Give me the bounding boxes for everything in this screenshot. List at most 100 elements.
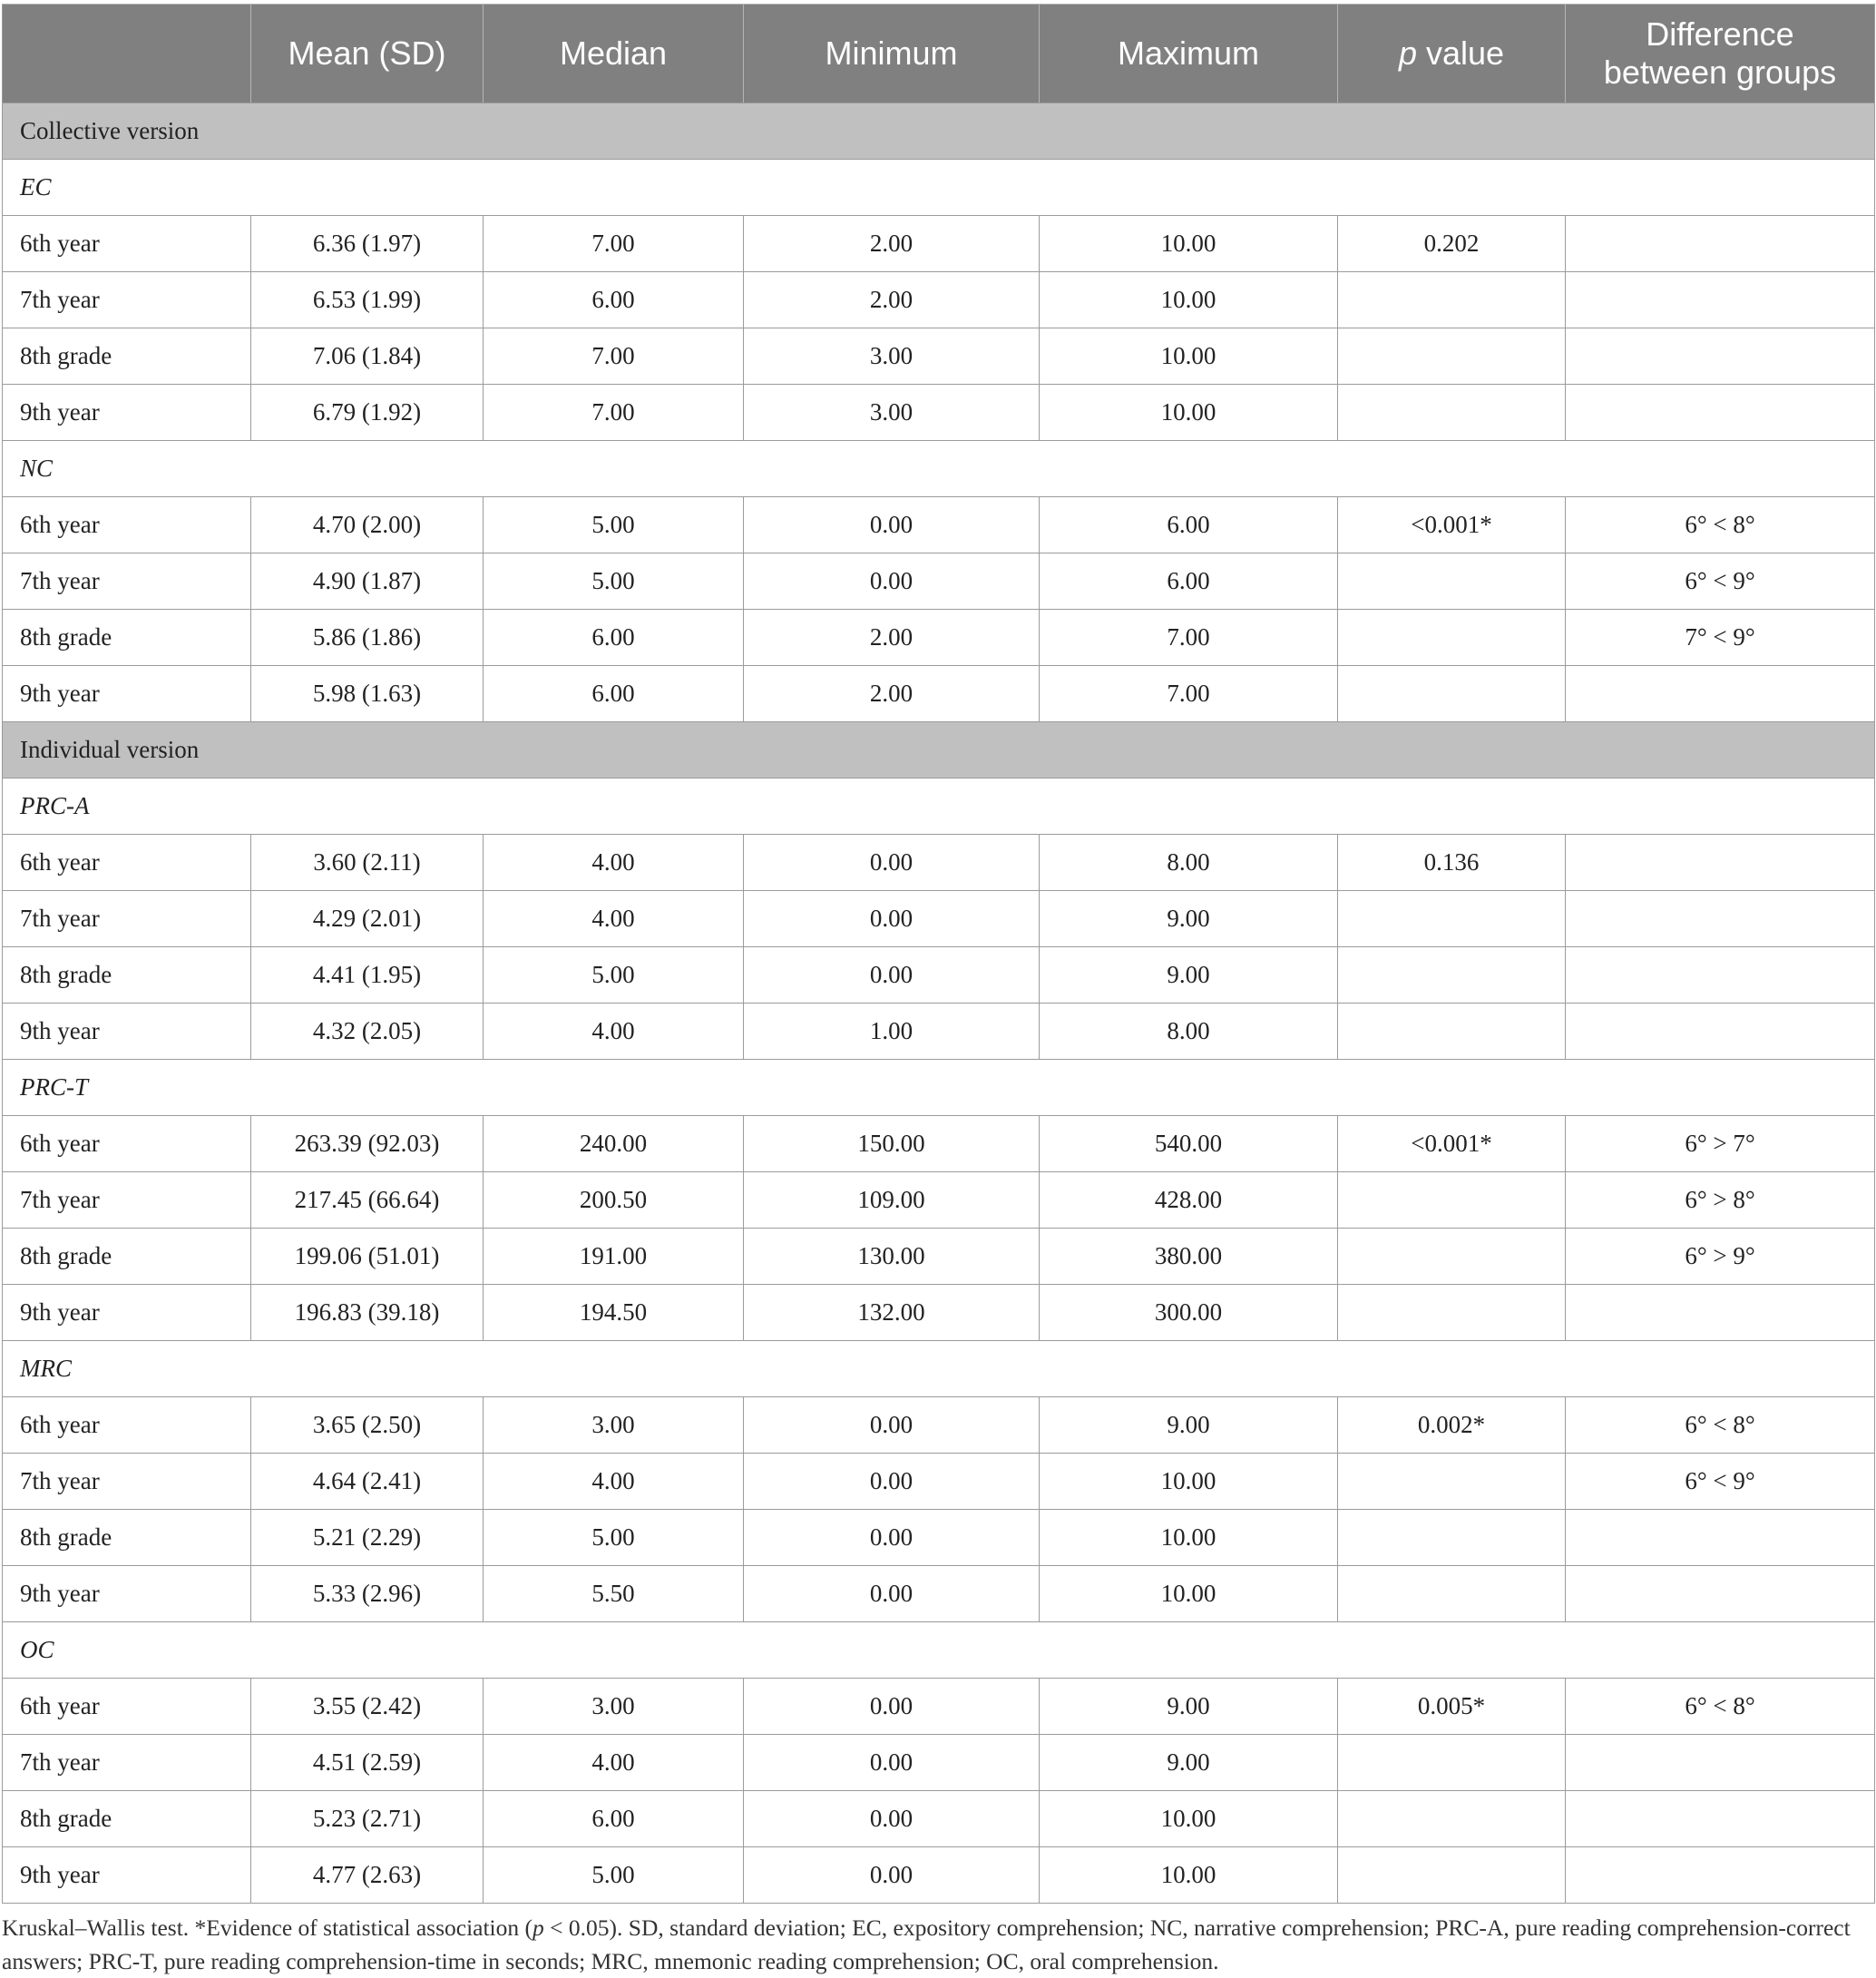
mean-sd-cell: 199.06 (51.01) <box>250 1228 484 1285</box>
footnote-part-1: Kruskal–Wallis test. *Evidence of statis… <box>2 1914 533 1941</box>
header-cell-mean-sd: Mean (SD) <box>250 4 484 103</box>
mean-sd-cell: 3.55 (2.42) <box>250 1678 484 1735</box>
header-cell-p-value: p value <box>1337 4 1566 103</box>
group-title: MRC <box>2 1340 1875 1397</box>
maximum-cell: 428.00 <box>1039 1171 1338 1229</box>
row-label: 7th year <box>2 1171 251 1229</box>
group-row: NC <box>2 440 1875 497</box>
difference-cell: 6° < 9° <box>1565 1453 1875 1510</box>
row-label: 8th grade <box>2 1228 251 1285</box>
table-row: 6th year 4.70 (2.00) 5.00 0.00 6.00 <0.001* 6°… <box>2 496 1875 553</box>
minimum-cell: 0.00 <box>743 834 1040 891</box>
maximum-cell: 9.00 <box>1039 890 1338 947</box>
p-value-cell <box>1337 1790 1566 1847</box>
p-value-cell: <0.001* <box>1337 1115 1566 1172</box>
median-cell: 6.00 <box>483 271 744 328</box>
median-cell: 5.00 <box>483 1846 744 1904</box>
mean-sd-cell: 5.86 (1.86) <box>250 609 484 666</box>
group-title: PRC-T <box>2 1059 1875 1116</box>
table-row: 7th year 4.51 (2.59) 4.00 0.00 9.00 <box>2 1734 1875 1791</box>
mean-sd-cell: 4.41 (1.95) <box>250 946 484 1004</box>
p-value-cell <box>1337 1171 1566 1229</box>
minimum-cell: 3.00 <box>743 328 1040 385</box>
row-label: 7th year <box>2 890 251 947</box>
median-cell: 5.50 <box>483 1565 744 1622</box>
difference-cell <box>1565 890 1875 947</box>
group-row: PRC-A <box>2 778 1875 835</box>
p-value-cell <box>1337 1284 1566 1341</box>
results-table: Mean (SD) Median Minimum Maximum p value… <box>2 4 1875 1904</box>
difference-cell <box>1565 328 1875 385</box>
row-label: 9th year <box>2 1003 251 1060</box>
minimum-cell: 0.00 <box>743 1396 1040 1454</box>
p-value-cell <box>1337 1453 1566 1510</box>
median-cell: 194.50 <box>483 1284 744 1341</box>
row-label: 6th year <box>2 1678 251 1735</box>
difference-cell <box>1565 1790 1875 1847</box>
row-label: 8th grade <box>2 1790 251 1847</box>
minimum-cell: 2.00 <box>743 271 1040 328</box>
maximum-cell: 10.00 <box>1039 384 1338 441</box>
row-label: 7th year <box>2 1734 251 1791</box>
row-label: 8th grade <box>2 946 251 1004</box>
p-value-cell <box>1337 384 1566 441</box>
maximum-cell: 7.00 <box>1039 609 1338 666</box>
median-cell: 5.00 <box>483 553 744 610</box>
table-row: 8th grade 4.41 (1.95) 5.00 0.00 9.00 <box>2 946 1875 1004</box>
difference-cell: 6° > 7° <box>1565 1115 1875 1172</box>
p-value-cell <box>1337 1003 1566 1060</box>
maximum-cell: 9.00 <box>1039 1734 1338 1791</box>
minimum-cell: 0.00 <box>743 1678 1040 1735</box>
minimum-cell: 2.00 <box>743 665 1040 722</box>
p-value-cell <box>1337 665 1566 722</box>
table-row: 6th year 263.39 (92.03) 240.00 150.00 540.00… <box>2 1115 1875 1172</box>
mean-sd-cell: 5.33 (2.96) <box>250 1565 484 1622</box>
table-container: Mean (SD) Median Minimum Maximum p value… <box>2 4 1875 1978</box>
table-row: 7th year 4.90 (1.87) 5.00 0.00 6.00 6° < 9° <box>2 553 1875 610</box>
group-row: PRC-T <box>2 1059 1875 1116</box>
median-cell: 4.00 <box>483 890 744 947</box>
maximum-cell: 8.00 <box>1039 834 1338 891</box>
header-p-italic: p <box>1398 34 1417 72</box>
group-title: NC <box>2 440 1875 497</box>
row-label: 9th year <box>2 1565 251 1622</box>
median-cell: 191.00 <box>483 1228 744 1285</box>
mean-sd-cell: 5.23 (2.71) <box>250 1790 484 1847</box>
table-row: 7th year 217.45 (66.64) 200.50 109.00 428.00… <box>2 1171 1875 1229</box>
maximum-cell: 8.00 <box>1039 1003 1338 1060</box>
row-label: 7th year <box>2 271 251 328</box>
difference-cell: 7° < 9° <box>1565 609 1875 666</box>
minimum-cell: 130.00 <box>743 1228 1040 1285</box>
difference-cell: 6° < 8° <box>1565 1678 1875 1735</box>
row-label: 6th year <box>2 215 251 272</box>
p-value-cell <box>1337 1565 1566 1622</box>
mean-sd-cell: 3.65 (2.50) <box>250 1396 484 1454</box>
maximum-cell: 9.00 <box>1039 946 1338 1004</box>
median-cell: 6.00 <box>483 609 744 666</box>
mean-sd-cell: 4.77 (2.63) <box>250 1846 484 1904</box>
p-value-cell: 0.136 <box>1337 834 1566 891</box>
section-row: Collective version <box>2 103 1875 160</box>
header-diff-line-1: Difference <box>1646 15 1794 53</box>
table-row: 6th year 6.36 (1.97) 7.00 2.00 10.00 0.202 <box>2 215 1875 272</box>
table-row: 9th year 5.33 (2.96) 5.50 0.00 10.00 <box>2 1565 1875 1622</box>
mean-sd-cell: 4.51 (2.59) <box>250 1734 484 1791</box>
group-row: EC <box>2 159 1875 216</box>
maximum-cell: 10.00 <box>1039 215 1338 272</box>
maximum-cell: 10.00 <box>1039 328 1338 385</box>
section-row: Individual version <box>2 721 1875 778</box>
table-row: 6th year 3.55 (2.42) 3.00 0.00 9.00 0.005* 6° … <box>2 1678 1875 1735</box>
row-label: 7th year <box>2 553 251 610</box>
difference-cell <box>1565 1846 1875 1904</box>
minimum-cell: 150.00 <box>743 1115 1040 1172</box>
mean-sd-cell: 196.83 (39.18) <box>250 1284 484 1341</box>
minimum-cell: 3.00 <box>743 384 1040 441</box>
maximum-cell: 10.00 <box>1039 1790 1338 1847</box>
table-body: Collective version EC 6th year 6.36 (1.97) 7… <box>2 103 1875 1904</box>
table-row: 8th grade 199.06 (51.01) 191.00 130.00 380.0… <box>2 1228 1875 1285</box>
table-row: 7th year 6.53 (1.99) 6.00 2.00 10.00 <box>2 271 1875 328</box>
median-cell: 5.00 <box>483 946 744 1004</box>
group-row: OC <box>2 1621 1875 1679</box>
p-value-cell: 0.002* <box>1337 1396 1566 1454</box>
section-title: Individual version <box>2 721 1875 778</box>
